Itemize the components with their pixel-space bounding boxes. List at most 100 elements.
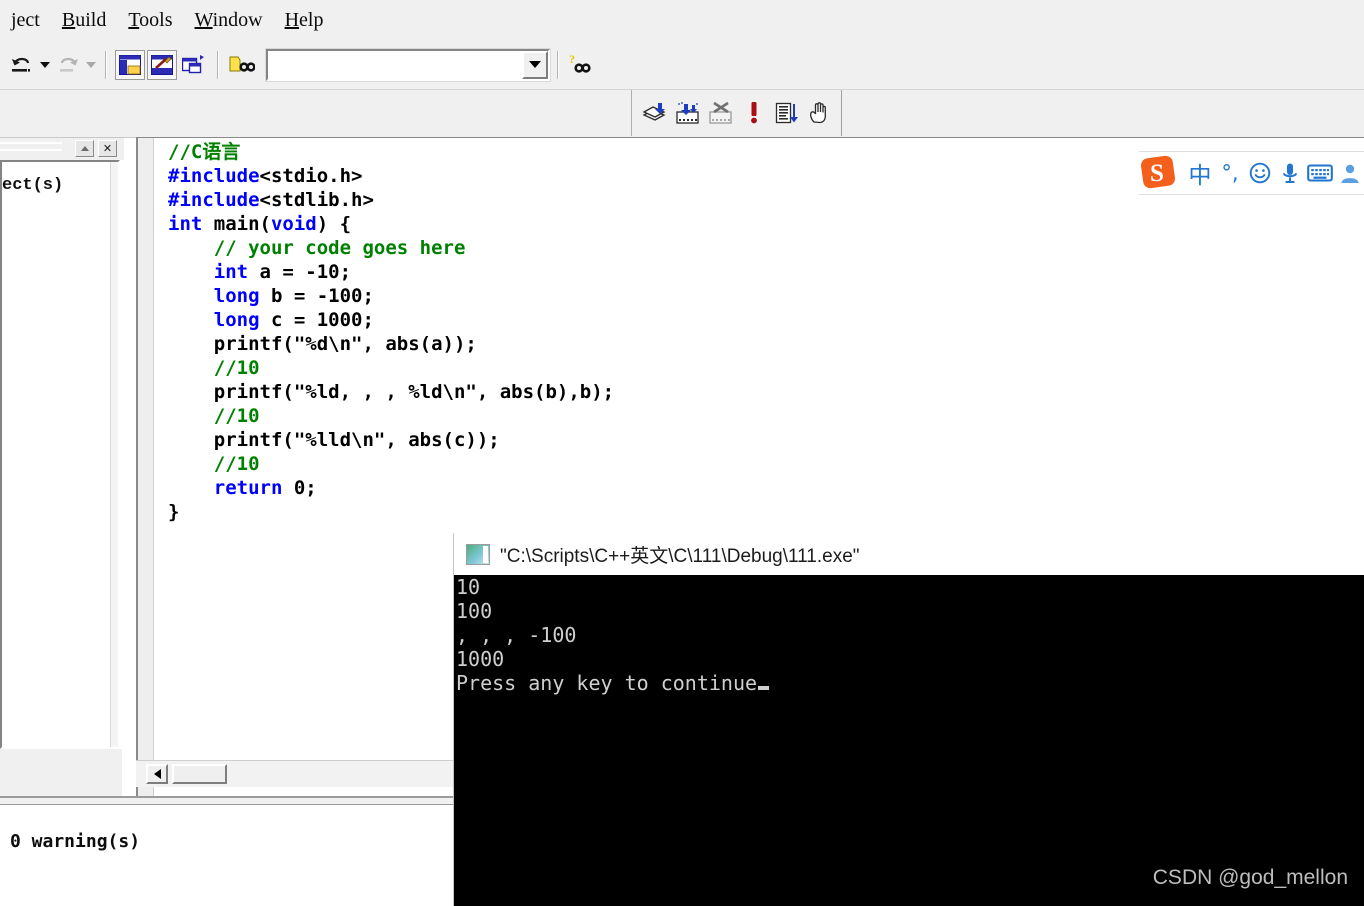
voice-input-icon bbox=[1283, 163, 1297, 183]
menu-item-project[interactable]: ject bbox=[0, 7, 51, 34]
editor-gutter[interactable] bbox=[138, 138, 154, 796]
code-line: int a = -10; bbox=[168, 260, 614, 284]
code-token: 0; bbox=[282, 477, 317, 499]
undo-dropdown-button[interactable] bbox=[38, 52, 52, 78]
workspace-drag-gripper[interactable] bbox=[0, 142, 62, 151]
console-title-bar[interactable]: "C:\Scripts\C++英文\C\111\Debug\111.exe" bbox=[454, 533, 1364, 575]
compile-icon bbox=[642, 103, 666, 121]
code-line: printf("%d\n", abs(a)); bbox=[168, 332, 614, 356]
code-token: //10 bbox=[213, 405, 260, 427]
menu-item-build[interactable]: Build bbox=[51, 7, 117, 34]
undo-button[interactable] bbox=[7, 50, 37, 80]
workspace-close-button[interactable]: ✕ bbox=[98, 140, 117, 157]
console-window[interactable]: "C:\Scripts\C++英文\C\111\Debug\111.exe" 1… bbox=[453, 533, 1364, 906]
find-combo[interactable] bbox=[265, 47, 551, 82]
voice-input-button[interactable] bbox=[1275, 156, 1305, 190]
compile-button[interactable] bbox=[640, 98, 670, 128]
user-account-button[interactable] bbox=[1335, 156, 1364, 190]
sogou-logo-icon: S bbox=[1140, 155, 1176, 189]
build-icon bbox=[676, 102, 699, 124]
chevron-down-icon bbox=[86, 61, 96, 68]
toolbar-separator-3 bbox=[557, 50, 559, 79]
svg-text:?: ? bbox=[569, 53, 575, 66]
code-token: long bbox=[213, 309, 260, 331]
redo-dropdown-button[interactable] bbox=[84, 52, 98, 78]
menu-item-tools[interactable]: Tools bbox=[117, 7, 183, 34]
code-line: return 0; bbox=[168, 476, 614, 500]
toolbar-separator bbox=[105, 50, 107, 79]
scroll-left-button[interactable] bbox=[146, 764, 168, 784]
console-line: , , , -100 bbox=[456, 623, 577, 647]
execute-program-button[interactable] bbox=[739, 98, 769, 128]
code-line: //10 bbox=[168, 356, 614, 380]
soft-keyboard-button[interactable] bbox=[1305, 156, 1335, 190]
code-line: long b = -100; bbox=[168, 284, 614, 308]
workspace-vertical-scrollbar[interactable] bbox=[110, 162, 118, 747]
find-in-files-button[interactable] bbox=[227, 50, 257, 80]
punctuation-mode-button[interactable]: °, bbox=[1215, 156, 1245, 190]
menu-label-tools-rest: ools bbox=[139, 8, 173, 31]
build-toolbar bbox=[631, 90, 842, 136]
go-button[interactable] bbox=[772, 98, 802, 128]
workspace-collapse-button[interactable] bbox=[75, 140, 94, 157]
code-token: int bbox=[168, 213, 203, 235]
workspace-toggle-button[interactable] bbox=[115, 49, 145, 80]
find-in-help-button[interactable]: ? bbox=[567, 50, 597, 80]
collapse-icon bbox=[80, 146, 89, 151]
source-code-text[interactable]: //C语言 #include<stdio.h> #include<stdlib.h>… bbox=[168, 140, 614, 524]
sogou-ime-toolbar[interactable]: S 中 °, bbox=[1139, 151, 1364, 195]
code-token: //10 bbox=[213, 453, 260, 475]
workspace-panel[interactable]: ect(s) bbox=[0, 160, 120, 749]
code-token: return bbox=[213, 477, 283, 499]
console-output-area[interactable]: 10 100, , , -100 1000 Press any key to cont… bbox=[454, 575, 1364, 906]
redo-icon bbox=[60, 57, 78, 72]
code-token: //10 bbox=[213, 357, 260, 379]
code-token: main( bbox=[202, 213, 271, 235]
menu-bar: ject Build Tools Window Help bbox=[0, 0, 1364, 40]
code-line: //10 bbox=[168, 404, 614, 428]
redo-button[interactable] bbox=[53, 50, 83, 80]
output-toggle-icon bbox=[151, 54, 173, 75]
insert-breakpoint-button[interactable] bbox=[805, 98, 835, 128]
find-combo-dropdown-button[interactable] bbox=[522, 50, 548, 79]
build-button[interactable] bbox=[673, 98, 703, 128]
find-input[interactable] bbox=[268, 50, 522, 79]
code-line: printf("%lld\n", abs(c)); bbox=[168, 428, 614, 452]
code-line: //C语言 bbox=[168, 140, 614, 164]
console-cursor bbox=[758, 686, 770, 690]
find-in-files-icon bbox=[229, 56, 255, 72]
scroll-thumb[interactable] bbox=[172, 764, 227, 784]
scroll-left-arrow-icon bbox=[153, 769, 161, 779]
console-prompt-line: Press any key to continue bbox=[454, 671, 1364, 695]
code-line: #include<stdio.h> bbox=[168, 164, 614, 188]
sogou-logo-button[interactable]: S bbox=[1139, 153, 1179, 193]
chevron-down-icon bbox=[40, 61, 50, 68]
code-token: printf("%lld\n", abs(c)); bbox=[168, 429, 500, 451]
menu-item-help[interactable]: Help bbox=[274, 7, 335, 34]
console-title-text: "C:\Scripts\C++英文\C\111\Debug\111.exe" bbox=[500, 545, 860, 567]
code-line: // your code goes here bbox=[168, 236, 614, 260]
window-list-button[interactable] bbox=[179, 50, 209, 80]
output-toggle-button[interactable] bbox=[147, 49, 177, 80]
code-token: a = -10; bbox=[248, 261, 352, 283]
menu-label-build-rest: uild bbox=[75, 8, 107, 31]
code-line: int main(void) { bbox=[168, 212, 614, 236]
stop-build-button[interactable] bbox=[706, 98, 736, 128]
code-token: #include bbox=[168, 189, 260, 211]
emoji-button[interactable] bbox=[1245, 156, 1275, 190]
toolbar-separator-2 bbox=[217, 50, 219, 79]
toolbar-row-2 bbox=[0, 90, 1364, 138]
menu-item-window[interactable]: Window bbox=[184, 7, 274, 34]
chinese-mode-button[interactable]: 中 bbox=[1185, 156, 1215, 190]
punctuation-mode-icon: °, bbox=[1221, 161, 1239, 185]
code-token: printf("%ld, , , %ld\n", abs(b),b); bbox=[168, 381, 615, 403]
workspace-tree-label: ect(s) bbox=[2, 176, 64, 195]
code-token: // your code goes here bbox=[213, 237, 466, 259]
chevron-down-icon bbox=[529, 61, 541, 68]
